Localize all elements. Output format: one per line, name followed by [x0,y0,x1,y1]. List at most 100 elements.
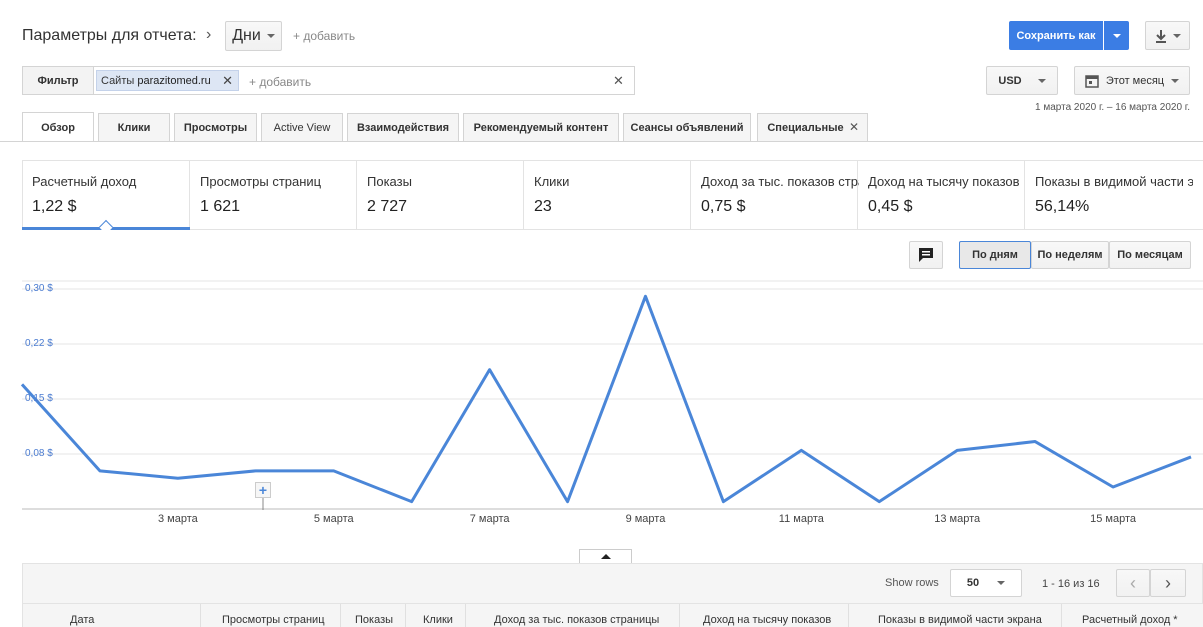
chart-xtick-label: 11 марта [778,513,824,525]
granularity-week-button[interactable]: По неделям [1031,241,1109,269]
tab-custom[interactable]: Специальные ✕ [757,113,868,141]
column-divider [679,604,680,627]
column-divider [405,604,406,627]
add-dimension-link[interactable]: + добавить [293,29,355,43]
column-divider [1061,604,1062,627]
tab-recommended-content[interactable]: Рекомендуемый контент [463,113,619,141]
chart-xtick-label: 15 марта [1090,513,1137,525]
add-filter-link[interactable]: + добавить [249,75,311,89]
column-header-revenue[interactable]: Расчетный доход * [1082,614,1178,626]
caret-down-icon [1112,33,1121,38]
prev-page-button[interactable]: ‹ [1116,569,1150,597]
dimension-value: Дни [232,27,261,44]
filter-chip[interactable]: Сайты parazitomed.ru ✕ [96,70,239,91]
column-header-clicks[interactable]: Клики [423,614,453,626]
caret-up-icon [600,554,611,559]
chart-ytick-label: 0,30 $ [25,283,53,294]
metric-value: 1,22 $ [32,198,77,215]
date-range-select[interactable]: Этот месяц [1074,66,1190,95]
rows-per-page-select[interactable]: 50 [950,569,1022,597]
table-toolbar [22,563,1203,604]
chart-xtick-label: 3 марта [157,513,198,525]
metric-label: Клики [534,174,570,189]
metric-value: 56,14% [1035,198,1090,215]
column-header-viewability[interactable]: Показы в видимой части экрана [878,614,1042,626]
save-as-label: Сохранить как [1016,29,1096,42]
next-page-button[interactable]: › [1150,569,1186,597]
tab-views[interactable]: Просмотры [174,113,257,141]
chart-xtick-label: 13 марта [934,513,981,525]
filter-chip-value: parazitomed.ru [137,74,211,87]
column-divider [465,604,466,627]
metric-card-viewability[interactable]: Показы в видимой части экрана 56,14% [1025,160,1203,230]
close-icon[interactable]: ✕ [849,120,859,134]
table-collapse-toggle[interactable] [579,549,632,563]
metric-card-page-rpm[interactable]: Доход за тыс. показов страницы 0,75 $ [691,160,859,230]
tab-clicks[interactable]: Клики [98,113,170,141]
chart-ytick-label: 0,22 $ [25,338,53,349]
metric-card-pageviews[interactable]: Просмотры страниц 1 621 [190,160,357,230]
metric-card-clicks[interactable]: Клики 23 [524,160,691,230]
caret-down-icon [1171,78,1180,83]
chart-ytick-label: 0,08 $ [25,448,53,459]
save-as-button[interactable]: Сохранить как [1009,21,1103,50]
date-range-text: 1 марта 2020 г. – 16 марта 2020 г. [1035,102,1190,113]
caret-down-icon [266,34,275,38]
chart-xtick-label: 7 марта [469,513,510,525]
date-range-label: Этот месяц [1105,74,1165,87]
caret-down-icon [1172,33,1181,38]
add-annotation-icon[interactable]: + [255,482,271,498]
comment-icon [919,248,933,262]
metric-card-impression-rpm[interactable]: Доход на тысячу показов 0,45 $ [858,160,1025,230]
column-header-date[interactable]: Дата [70,614,94,626]
annotations-button[interactable] [909,241,943,269]
tab-overview[interactable]: Обзор [22,112,94,142]
caret-down-icon [997,581,1006,585]
caret-down-icon [1037,78,1046,83]
tab-ad-sessions[interactable]: Сеансы объявлений [623,113,751,141]
show-rows-label: Show rows [885,577,939,589]
granularity-day-button[interactable]: По дням [959,241,1031,269]
page-title: Параметры для отчета: [22,27,197,44]
tab-interactions[interactable]: Взаимодействия [347,113,459,141]
metric-label: Расчетный доход [32,174,137,189]
column-header-impression-rpm[interactable]: Доход на тысячу показов [703,614,831,626]
tabs-divider [0,141,1203,142]
chart-xtick-label: 9 марта [625,513,666,525]
chart-ytick-label: 0,15 $ [25,393,53,404]
metric-value: 0,75 $ [701,198,746,215]
chart-xtick-label: 5 марта [313,513,354,525]
metric-value: 23 [534,198,552,215]
metric-label: Доход за тыс. показов страницы [701,174,859,189]
column-divider [200,604,201,627]
column-divider [848,604,849,627]
metric-label: Показы [367,174,412,189]
close-icon[interactable]: ✕ [222,73,233,89]
pagination-text: 1 - 16 из 16 [1042,578,1100,590]
revenue-line-chart [20,280,1203,510]
filter-label: Фильтр [23,67,94,94]
metric-label: Просмотры страниц [200,174,322,189]
metric-value: 0,45 $ [868,198,913,215]
save-as-dropdown[interactable] [1104,21,1129,50]
currency-select[interactable]: USD [986,66,1058,95]
column-header-impressions[interactable]: Показы [355,614,393,626]
tab-active-view[interactable]: Active View [261,113,343,141]
granularity-month-button[interactable]: По месяцам [1109,241,1191,269]
metric-card-impressions[interactable]: Показы 2 727 [357,160,524,230]
metric-value: 1 621 [200,198,241,215]
column-header-page-rpm[interactable]: Доход за тыс. показов страницы [494,614,659,626]
calendar-icon [1085,74,1099,88]
rows-per-page-value: 50 [966,577,980,589]
tab-custom-label: Специальные [767,121,844,134]
download-icon [1155,29,1166,43]
clear-filter-icon[interactable]: ✕ [613,73,624,89]
filter-chip-prefix: Сайты [101,74,135,87]
dimension-select[interactable]: Дни [225,21,282,51]
metric-label: Доход на тысячу показов [868,174,1020,189]
download-button[interactable] [1145,21,1190,50]
currency-value: USD [998,74,1022,87]
metric-value: 2 727 [367,198,408,215]
column-header-pageviews[interactable]: Просмотры страниц [222,614,325,626]
metric-label: Показы в видимой части экрана [1035,174,1193,189]
